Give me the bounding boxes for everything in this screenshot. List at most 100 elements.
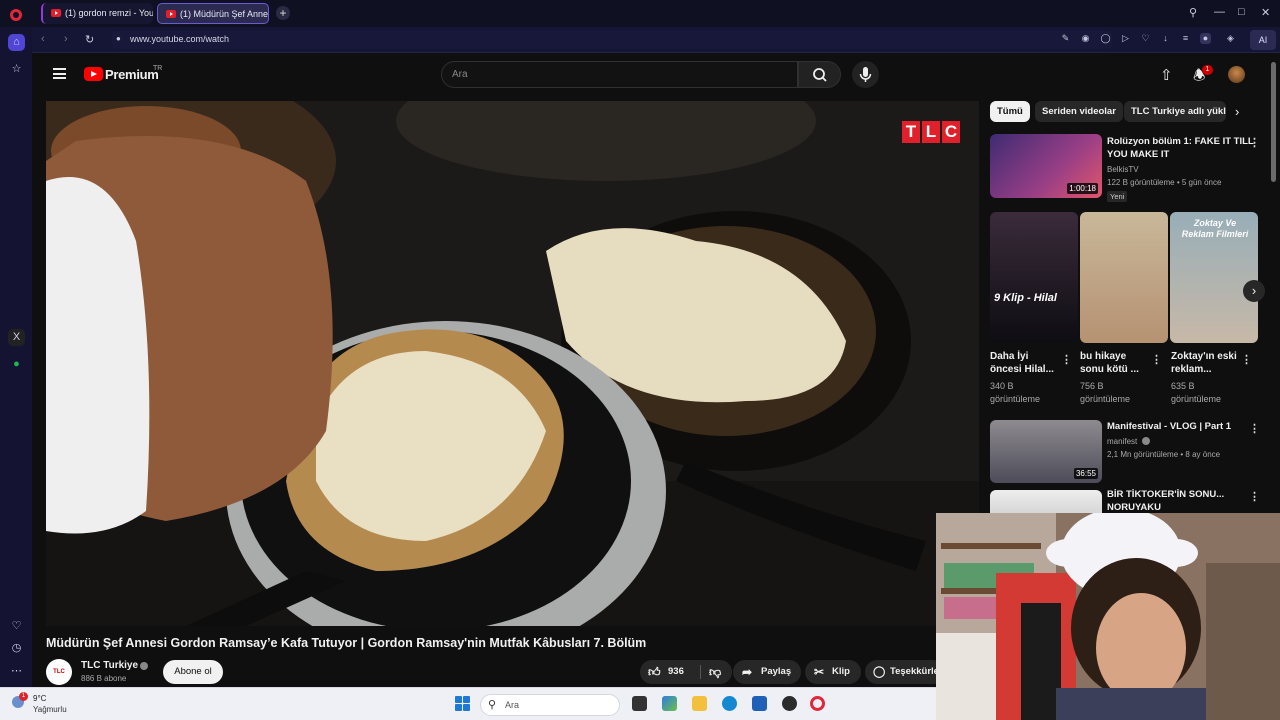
tab-gordon-remzi[interactable]: (1) gordon remzi - YouTube [41, 3, 153, 24]
restore-icon[interactable]: □ [1238, 6, 1245, 18]
tab-mudurun-sef-annesi[interactable]: (1) Müdürün Şef Annesi [157, 3, 269, 24]
home-icon[interactable]: ⌂ [8, 34, 25, 51]
new-tab-button[interactable]: + [276, 6, 290, 20]
temperature[interactable]: 9°C [33, 694, 46, 703]
more-options-icon[interactable]: ⋮ [1151, 353, 1162, 366]
minimize-icon[interactable]: — [1214, 6, 1225, 18]
history-icon[interactable]: ◷ [8, 640, 25, 657]
file-explorer-icon[interactable] [692, 696, 707, 711]
download-icon[interactable]: ↓ [1160, 33, 1171, 44]
dislike-icon[interactable]: 👎︎ [709, 660, 721, 684]
shorts-next-button[interactable]: › [1243, 280, 1265, 302]
tab-search-icon[interactable]: ⚲ [1189, 6, 1197, 19]
hamburger-menu-icon[interactable] [53, 68, 66, 79]
taskbar-search-input[interactable]: ⚲ Ara [480, 694, 620, 716]
short-views: 756 B görüntüleme [1080, 381, 1131, 404]
ai-button[interactable]: AI [1250, 30, 1276, 50]
forward-icon[interactable]: › [64, 33, 68, 45]
recommendation-channel[interactable]: manifest [1107, 435, 1137, 448]
play-icon[interactable]: ▷ [1120, 33, 1131, 44]
more-options-icon[interactable]: ⋮ [1061, 353, 1072, 366]
search-placeholder: Ara [452, 69, 468, 80]
channel-avatar[interactable]: TLC [46, 659, 72, 685]
app-icon[interactable] [782, 696, 797, 711]
short-overlay-text: Zoktay Ve Reklam Filmleri [1181, 218, 1249, 239]
spotify-icon[interactable]: ● [8, 356, 25, 373]
like-dislike-group: 👍︎ 936 👎︎ [640, 660, 732, 684]
widgets-icon[interactable] [662, 696, 677, 711]
video-player[interactable]: TLC [46, 101, 979, 626]
recommendation-thumbnail[interactable]: 1:00:18 [990, 134, 1102, 198]
recommendation-thumbnail[interactable]: 36:55 [990, 420, 1102, 483]
weather-badge: 1 [19, 692, 28, 701]
short-views: 340 B görüntüleme [990, 381, 1041, 404]
like-icon[interactable]: 👍︎ [648, 660, 661, 684]
back-icon[interactable]: ‹ [41, 33, 45, 45]
recommendation-title[interactable]: Rolüzyon bölüm 1: FAKE IT TILL YOU MAKE … [1107, 135, 1257, 161]
youtube-logo-icon[interactable] [84, 67, 103, 81]
edge-icon[interactable] [722, 696, 737, 711]
clip-button[interactable]: ✂ Klip [805, 660, 861, 684]
more-options-icon[interactable]: ⋮ [1241, 353, 1252, 366]
browser-sidebar: ⌂ ☆ X ● ♡ ◷ ⋯ [0, 27, 32, 687]
page-scrollbar[interactable] [1271, 62, 1276, 182]
opera-taskbar-icon[interactable] [810, 696, 825, 711]
share-label: Paylaş [761, 666, 792, 677]
chip-uploader[interactable]: TLC Turkiye adlı yükleyen [1124, 101, 1226, 122]
more-options-icon[interactable]: ⋮ [1249, 422, 1260, 435]
heart-sidebar-icon[interactable]: ♡ [8, 618, 25, 635]
task-view-icon[interactable] [632, 696, 647, 711]
shield-icon[interactable]: ◯ [1100, 33, 1111, 44]
url-text: www.youtube.com/watch [130, 34, 230, 44]
share-button[interactable]: ➦ Paylaş [733, 660, 801, 684]
close-icon[interactable]: ✕ [1261, 6, 1270, 19]
more-icon[interactable]: ⋯ [8, 663, 25, 680]
notification-badge: 1 [1202, 65, 1213, 75]
opera-logo-icon[interactable] [10, 9, 22, 21]
chip-all[interactable]: Tümü [990, 101, 1030, 122]
short-views: 635 B görüntüleme [1171, 381, 1222, 404]
like-count[interactable]: 936 [668, 660, 684, 684]
chip-series[interactable]: Seriden videolar [1035, 101, 1123, 122]
divider [700, 665, 701, 679]
heart-icon[interactable]: ♡ [1140, 33, 1151, 44]
recommendation-title[interactable]: BİR TİKTOKER'İN SONU... NORUYAKU [1107, 488, 1247, 514]
short-thumbnail[interactable]: Zoktay Ve Reklam Filmleri [1170, 212, 1258, 343]
weather-description: Yağmurlu [33, 705, 67, 714]
thanks-label: Teşekkürler [890, 666, 943, 677]
more-options-icon[interactable]: ⋮ [1249, 490, 1260, 503]
star-icon[interactable]: ☆ [8, 61, 25, 78]
subscribe-button[interactable]: Abone ol [163, 660, 223, 684]
chevron-right-icon[interactable]: › [1235, 104, 1239, 119]
channel-name[interactable]: TLC Turkiye [81, 660, 138, 671]
url-field[interactable]: ● www.youtube.com/watch [112, 31, 1112, 49]
short-thumbnail[interactable]: 9 Klip - Hilal [990, 212, 1078, 343]
tab-label: (1) gordon remzi - YouTube [65, 8, 153, 18]
search-button[interactable] [798, 61, 841, 88]
x-icon[interactable]: X [8, 329, 25, 346]
profile-icon[interactable]: ● [1200, 33, 1211, 44]
edit-icon[interactable]: ✎ [1060, 33, 1071, 44]
recommendation-title[interactable]: Manifestival - VLOG | Part 1 [1107, 420, 1247, 433]
short-title[interactable]: Zoktay'ın eski reklam... [1171, 350, 1241, 376]
menu-lines-icon[interactable]: ≡ [1180, 33, 1191, 44]
region-label: TR [153, 65, 163, 72]
short-title[interactable]: bu hikaye sonu kötü ... [1080, 350, 1150, 376]
store-icon[interactable] [752, 696, 767, 711]
youtube-premium-label[interactable]: Premium [105, 67, 159, 82]
windows-start-icon[interactable] [455, 696, 470, 711]
short-thumbnail[interactable] [1080, 212, 1168, 343]
reload-icon[interactable]: ↻ [85, 33, 94, 46]
upload-icon[interactable]: ⇧ [1160, 66, 1173, 84]
camera-icon[interactable]: ◉ [1080, 33, 1091, 44]
clip-label: Klip [832, 666, 850, 677]
search-input[interactable]: Ara [441, 61, 798, 88]
thanks-button[interactable]: ◯ Teşekkürler [865, 660, 945, 684]
voice-search-button[interactable] [852, 61, 879, 88]
recommendation-channel[interactable]: BelkisTV [1107, 163, 1139, 176]
avatar[interactable] [1228, 66, 1245, 83]
video-title: Müdürün Şef Annesi Gordon Ramsay’e Kafa … [46, 636, 647, 650]
short-title[interactable]: Daha İyi öncesi Hilal... [990, 350, 1060, 376]
more-options-icon[interactable]: ⋮ [1249, 136, 1260, 149]
extensions-icon[interactable]: ◈ [1225, 33, 1236, 44]
